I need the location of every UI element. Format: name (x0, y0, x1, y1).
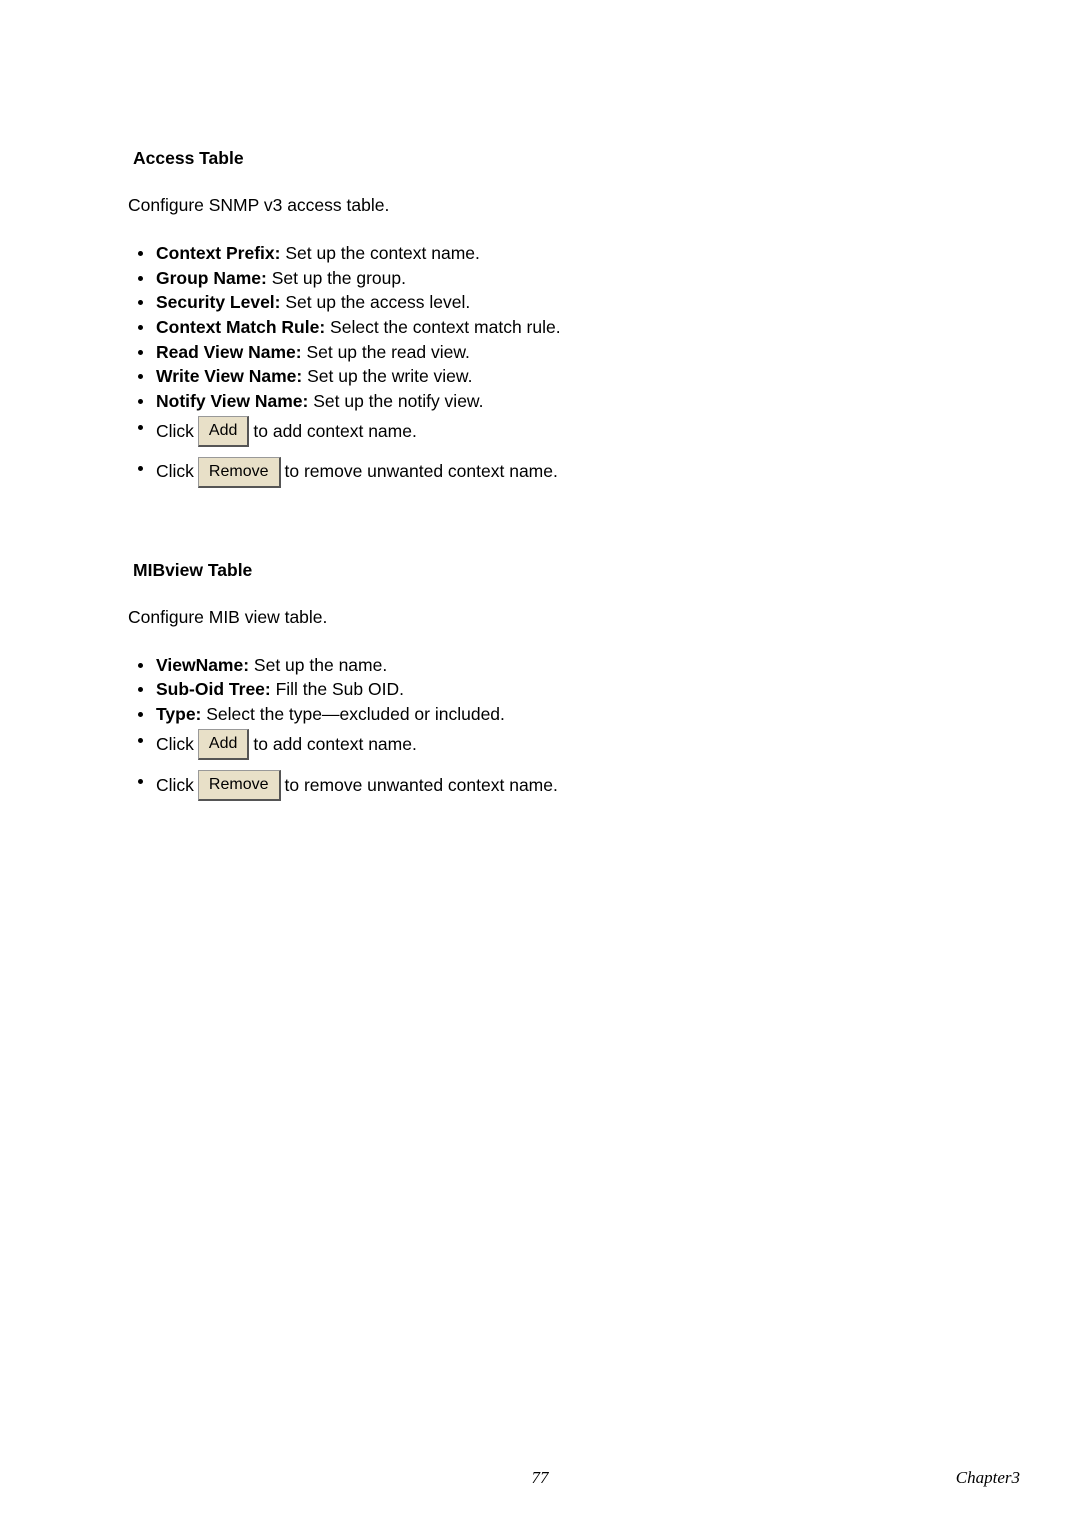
list-item: Security Level: Set up the access level. (128, 291, 952, 315)
list-item: Read View Name: Set up the read view. (128, 341, 952, 365)
item-label: Group Name: (156, 268, 267, 288)
list-item: Context Prefix: Set up the context name. (128, 242, 952, 266)
item-label: Notify View Name: (156, 391, 308, 411)
remove-button[interactable]: Remove (198, 457, 281, 488)
page-number: 77 (532, 1468, 549, 1488)
remove-instruction: Click Remove to remove unwanted context … (128, 770, 952, 801)
add-instruction: Click Add to add context name. (128, 416, 952, 447)
item-text: Set up the read view. (302, 342, 470, 362)
item-text: Set up the context name. (280, 243, 479, 263)
click-suffix: to remove unwanted context name. (285, 774, 558, 798)
mibview-table-list: ViewName: Set up the name. Sub-Oid Tree:… (128, 654, 952, 801)
click-prefix: Click (156, 733, 194, 757)
page-footer: 77 Chapter3 (0, 1468, 1080, 1488)
item-label: Type: (156, 704, 201, 724)
click-suffix: to add context name. (253, 733, 416, 757)
chapter-label: Chapter3 (956, 1468, 1020, 1488)
click-suffix: to add context name. (253, 420, 416, 444)
item-label: Read View Name: (156, 342, 302, 362)
remove-instruction: Click Remove to remove unwanted context … (128, 457, 952, 488)
item-label: Context Match Rule: (156, 317, 325, 337)
item-text: Fill the Sub OID. (271, 679, 404, 699)
item-text: Set up the name. (249, 655, 387, 675)
mibview-table-intro: Configure MIB view table. (128, 607, 952, 628)
item-text: Set up the notify view. (308, 391, 483, 411)
access-table-intro: Configure SNMP v3 access table. (128, 195, 952, 216)
list-item: ViewName: Set up the name. (128, 654, 952, 678)
list-item: Context Match Rule: Select the context m… (128, 316, 952, 340)
item-label: Security Level: (156, 292, 281, 312)
item-text: Set up the access level. (281, 292, 471, 312)
list-item: Write View Name: Set up the write view. (128, 365, 952, 389)
item-text: Select the type—excluded or included. (201, 704, 505, 724)
item-label: ViewName: (156, 655, 249, 675)
item-text: Set up the write view. (302, 366, 472, 386)
remove-button[interactable]: Remove (198, 770, 281, 801)
item-text: Set up the group. (267, 268, 406, 288)
add-instruction: Click Add to add context name. (128, 729, 952, 760)
access-table-heading: Access Table (133, 148, 952, 169)
click-prefix: Click (156, 460, 194, 484)
click-prefix: Click (156, 774, 194, 798)
item-label: Write View Name: (156, 366, 302, 386)
add-button[interactable]: Add (198, 416, 249, 447)
mibview-table-heading: MIBview Table (133, 560, 952, 581)
click-prefix: Click (156, 420, 194, 444)
list-item: Sub-Oid Tree: Fill the Sub OID. (128, 678, 952, 702)
add-button[interactable]: Add (198, 729, 249, 760)
list-item: Type: Select the type—excluded or includ… (128, 703, 952, 727)
list-item: Notify View Name: Set up the notify view… (128, 390, 952, 414)
item-text: Select the context match rule. (325, 317, 560, 337)
click-suffix: to remove unwanted context name. (285, 460, 558, 484)
item-label: Sub-Oid Tree: (156, 679, 271, 699)
access-table-list: Context Prefix: Set up the context name.… (128, 242, 952, 488)
item-label: Context Prefix: (156, 243, 280, 263)
list-item: Group Name: Set up the group. (128, 267, 952, 291)
